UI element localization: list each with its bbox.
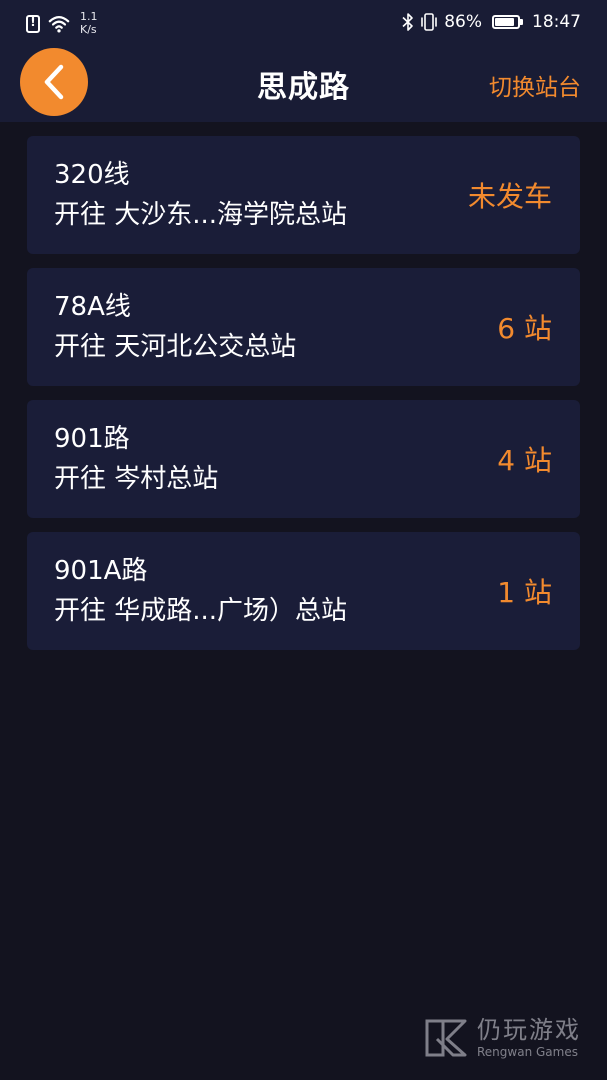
watermark-en: Rengwan Games: [477, 1045, 578, 1059]
network-speed-unit: K/s: [80, 23, 97, 36]
route-list: 320线 开往 大沙东...海学院总站 未发车 78A线 开往 天河北公交总站 …: [27, 136, 580, 664]
route-status: 1 站: [497, 576, 552, 609]
route-status: 6 站: [497, 312, 552, 345]
alert-icon: [26, 15, 40, 33]
status-bar: 1.1 K/s 86% 18:47: [0, 0, 607, 46]
route-destination: 开往 天河北公交总站: [54, 332, 297, 362]
switch-station-button[interactable]: 切换站台: [489, 68, 581, 102]
route-name: 901A路: [54, 556, 148, 586]
route-name: 78A线: [54, 292, 131, 322]
top-bar: 1.1 K/s 86% 18:47 思成路 切换站台: [0, 0, 607, 122]
route-card[interactable]: 78A线 开往 天河北公交总站 6 站: [27, 268, 580, 386]
vibrate-icon: [421, 13, 438, 31]
route-name: 901路: [54, 424, 130, 454]
wifi-icon: [48, 16, 70, 33]
bluetooth-icon: [402, 13, 414, 31]
network-speed-value: 1.1: [80, 10, 98, 23]
route-destination: 开往 岑村总站: [54, 464, 219, 494]
watermark-logo-icon: [425, 1019, 467, 1057]
route-destination: 开往 华成路...广场）总站: [54, 596, 348, 626]
clock: 18:47: [532, 12, 581, 32]
route-card[interactable]: 901路 开往 岑村总站 4 站: [27, 400, 580, 518]
status-right: 86% 18:47: [402, 12, 581, 32]
watermark: 仍玩游戏 Rengwan Games: [423, 1016, 581, 1060]
route-status: 4 站: [497, 444, 552, 477]
watermark-cn: 仍玩游戏: [477, 1016, 581, 1044]
battery-percent: 86%: [444, 12, 482, 32]
watermark-text: 仍玩游戏 Rengwan Games: [477, 1016, 581, 1060]
battery-icon: [492, 15, 523, 29]
status-left: 1.1 K/s: [26, 10, 98, 40]
route-status: 未发车: [467, 180, 552, 213]
route-card[interactable]: 901A路 开往 华成路...广场）总站 1 站: [27, 532, 580, 650]
network-speed: 1.1 K/s: [80, 10, 98, 36]
route-card[interactable]: 320线 开往 大沙东...海学院总站 未发车: [27, 136, 580, 254]
